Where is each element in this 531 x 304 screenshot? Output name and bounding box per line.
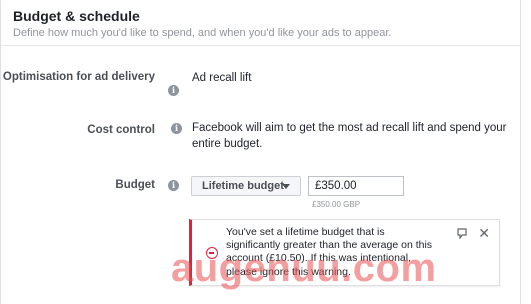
watermark: augenuu.com	[171, 246, 437, 290]
cost-control-label-text: Cost control	[87, 124, 155, 136]
info-icon[interactable]: i	[171, 123, 182, 134]
cost-control-line-1: Facebook will aim to get the most ad rec…	[192, 122, 507, 134]
info-icon[interactable]: i	[168, 180, 179, 191]
info-icon[interactable]: i	[168, 85, 179, 96]
budget-type-selected: Lifetime budget	[202, 180, 284, 192]
section-subtitle: Define how much you'd like to spend, and…	[13, 27, 392, 39]
optimisation-label: Optimisation for ad delivery	[2, 71, 155, 83]
section-divider	[1, 45, 520, 46]
budget-label: Budget	[115, 179, 155, 191]
close-icon[interactable]: ✕	[478, 226, 490, 240]
budget-type-dropdown[interactable]: Lifetime budget	[191, 176, 301, 196]
budget-schedule-panel: Budget & schedule Define how much you'd …	[0, 0, 521, 304]
chevron-down-icon	[282, 184, 290, 189]
budget-amount-input[interactable]: £350.00	[308, 176, 404, 196]
section-title: Budget & schedule	[13, 8, 140, 24]
budget-amount-currency: £350.00 GBP	[312, 200, 361, 209]
cost-control-label: Cost control	[87, 124, 155, 136]
optimisation-value: Ad recall lift	[192, 72, 252, 84]
warning-line-1: You've set a lifetime budget that is	[226, 226, 385, 238]
feedback-flag-icon[interactable]	[457, 228, 467, 239]
cost-control-line-2: entire budget.	[192, 138, 263, 150]
cost-control-description: Facebook will aim to get the most ad rec…	[192, 120, 507, 152]
